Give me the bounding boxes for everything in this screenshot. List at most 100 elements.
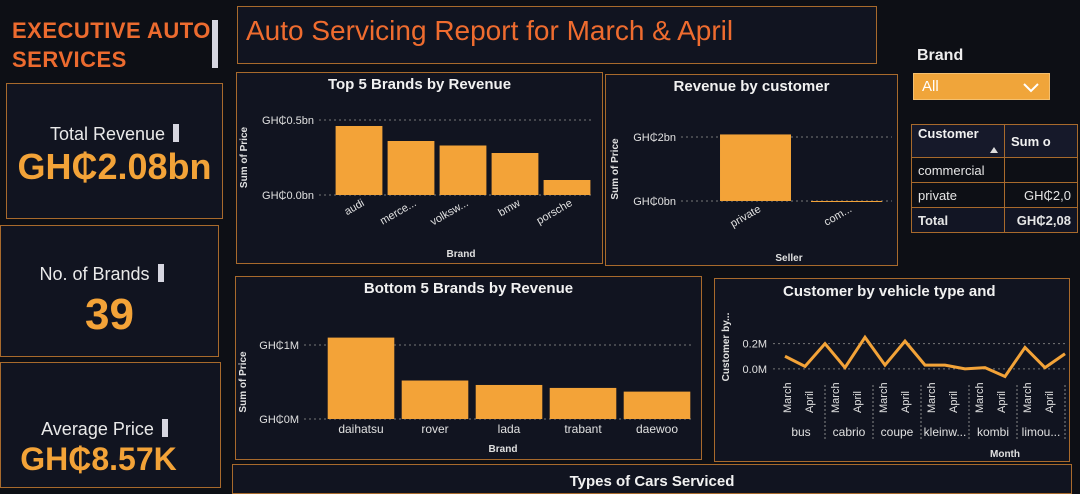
average-price-card[interactable]: Average Price GH₵8.57K [0, 362, 221, 488]
x-tick-label: bmw [496, 197, 522, 219]
bar [491, 153, 539, 195]
bar [475, 384, 543, 419]
x-tick-label: April [1044, 391, 1056, 413]
average-price-value: GH₵8.57K [20, 441, 177, 477]
x-tick-label: lada [498, 422, 521, 436]
customer-table-header: Customer Sum o [911, 124, 1078, 158]
company-name: EXECUTIVE AUTO SERVICES [12, 18, 211, 72]
x-tick-label: April [948, 391, 960, 413]
table-cell: GH₵2,08 [1004, 207, 1078, 233]
y-axis-title: Customer by... [721, 312, 732, 381]
x-tick-label: com... [822, 203, 854, 228]
x-tick-label: daihatsu [338, 422, 383, 436]
table-total-row: Total GH₵2,08 [911, 207, 1078, 233]
y-axis-title: Sum of Price [610, 138, 621, 200]
customer-chart-panel[interactable]: Revenue by customer GH₵0bn GH₵2bn Sum of P… [605, 74, 898, 266]
brand-count-card[interactable]: No. of Brands 39 [0, 225, 219, 357]
bar [401, 380, 469, 419]
total-revenue-label: Total Revenue [7, 124, 222, 145]
bar [720, 134, 791, 201]
x-tick-label: April [900, 391, 912, 413]
y-tick-label: GH₵0.0bn [262, 190, 314, 202]
x-group-label: kombi [977, 425, 1009, 439]
bar [549, 387, 617, 419]
bar [327, 337, 395, 419]
report-title-panel: Auto Servicing Report for March & April [237, 6, 877, 64]
total-revenue-card[interactable]: Total Revenue GH₵2.08bn [6, 83, 223, 219]
vehicle-type-chart-panel[interactable]: Customer by vehicle type and 0.0M 0.2M Cus… [714, 278, 1070, 462]
x-tick-label: March [830, 382, 842, 413]
report-title: Auto Servicing Report for March & April [246, 15, 734, 46]
x-tick-label: April [804, 391, 816, 413]
brand-slicer-label: Brand [917, 47, 964, 64]
x-tick-label: porsche [535, 197, 575, 227]
bottom5-chart: GH₵0M GH₵1M Sum of Price daihatsu rover lada t… [238, 337, 694, 455]
y-axis-title: Sum of Price [239, 127, 250, 189]
table-row: commercial [911, 157, 1078, 183]
x-group-label: bus [791, 425, 810, 439]
x-tick-label: March [1022, 382, 1034, 413]
bottom5-chart-panel[interactable]: Bottom 5 Brands by Revenue GH₵0M GH₵1M Sum… [235, 276, 702, 460]
car-types-panel[interactable]: Types of Cars Serviced [232, 464, 1072, 494]
bar [543, 180, 591, 195]
y-tick-label: GH₵2bn [633, 132, 676, 144]
x-group-label: coupe [881, 425, 914, 439]
x-tick-label: rover [421, 422, 448, 436]
y-tick-label: GH₵0bn [633, 196, 676, 208]
brand-count-value: 39 [85, 290, 134, 339]
top5-chart: GH₵0.0bn GH₵0.5bn Sum of Price audi merce...… [239, 115, 593, 260]
info-marker-icon [173, 124, 180, 142]
brand-slicer-value: All [922, 78, 939, 95]
total-revenue-value: GH₵2.08bn [17, 146, 212, 187]
x-axis-title: Brand [489, 444, 518, 455]
brand-count-label: No. of Brands [0, 264, 210, 285]
column-header-customer[interactable]: Customer [911, 124, 1005, 158]
brand-slicer-dropdown[interactable]: All [913, 73, 1050, 100]
x-tick-label: April [996, 391, 1008, 413]
bar [335, 126, 383, 195]
top5-chart-panel[interactable]: Top 5 Brands by Revenue GH₵0.0bn GH₵0.5bn… [236, 72, 603, 264]
sort-ascending-icon [990, 146, 998, 153]
x-axis-title: Month [990, 449, 1020, 460]
x-tick-label: daewoo [636, 422, 678, 436]
x-group-label: limou... [1022, 425, 1061, 439]
chevron-down-icon [1023, 83, 1039, 93]
x-tick-label: March [926, 382, 938, 413]
x-tick-label: March [782, 382, 794, 413]
y-tick-label: GH₵1M [259, 340, 299, 352]
table-row: private GH₵2,0 [911, 182, 1078, 208]
x-tick-label: April [852, 391, 864, 413]
x-group-label: cabrio [833, 425, 866, 439]
column-header-sum[interactable]: Sum o [1004, 124, 1078, 158]
table-cell: Total [911, 207, 1005, 233]
bar [811, 201, 882, 202]
bar [439, 145, 487, 195]
x-axis-title: Brand [447, 249, 476, 260]
x-tick-label: merce... [378, 197, 418, 227]
y-axis-title: Sum of Price [238, 351, 249, 413]
info-marker-icon [161, 419, 168, 437]
table-cell: GH₵2,0 [1004, 182, 1078, 208]
x-tick-label: private [728, 203, 763, 230]
x-axis-title: Seller [775, 253, 802, 264]
x-tick-label: trabant [564, 422, 602, 436]
table-cell: private [911, 182, 1005, 208]
bar [387, 141, 435, 195]
y-tick-label: 0.0M [743, 364, 767, 376]
customer-table: Customer Sum o commercial private GH₵2,0… [911, 124, 1078, 233]
company-name-marker [212, 20, 218, 68]
x-tick-label: volksw... [428, 197, 470, 228]
x-tick-label: March [878, 382, 890, 413]
x-tick-label: March [974, 382, 986, 413]
y-tick-label: 0.2M [743, 339, 767, 351]
x-tick-label: audi [342, 197, 366, 218]
y-tick-label: GH₵0M [259, 414, 299, 426]
y-tick-label: GH₵0.5bn [262, 115, 314, 127]
table-cell: commercial [911, 157, 1005, 183]
car-types-title: Types of Cars Serviced [569, 473, 735, 490]
info-marker-icon [157, 264, 164, 282]
bar [623, 391, 691, 419]
average-price-label: Average Price [0, 419, 214, 440]
x-group-label: kleinw... [924, 425, 967, 439]
table-cell [1004, 157, 1078, 183]
